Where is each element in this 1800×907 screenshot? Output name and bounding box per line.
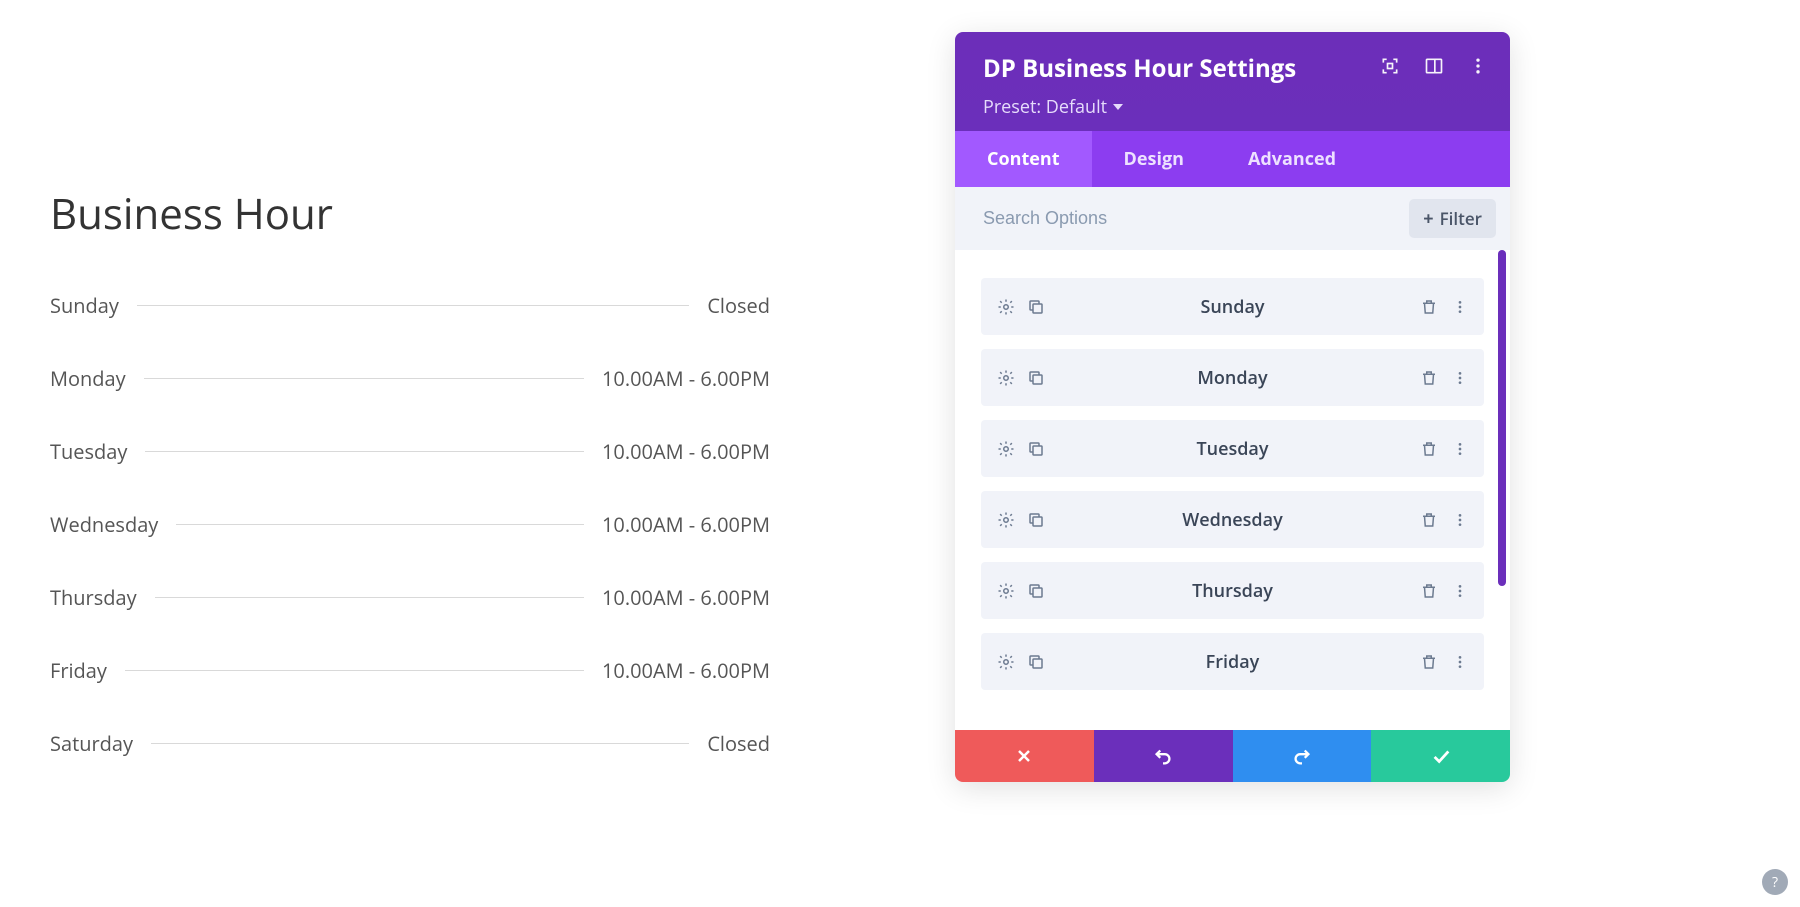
hours-divider — [176, 524, 584, 525]
hours-day: Saturday — [50, 730, 151, 757]
help-badge[interactable]: ? — [1762, 869, 1788, 895]
hours-divider — [151, 743, 689, 744]
hours-value: 10.00AM - 6.00PM — [584, 365, 770, 392]
list-item-label: Monday — [1045, 366, 1420, 390]
filter-button[interactable]: + Filter — [1409, 199, 1496, 238]
duplicate-icon[interactable] — [1027, 298, 1045, 316]
snap-panel-icon[interactable] — [1424, 56, 1444, 81]
more-vertical-icon[interactable] — [1452, 299, 1468, 315]
more-vertical-icon[interactable] — [1452, 441, 1468, 457]
trash-icon[interactable] — [1420, 298, 1438, 316]
duplicate-icon[interactable] — [1027, 582, 1045, 600]
tab-design[interactable]: Design — [1092, 131, 1216, 187]
preset-label: Preset: Default — [983, 95, 1107, 119]
hours-row: Friday 10.00AM - 6.00PM — [50, 657, 770, 684]
expand-icon[interactable] — [1380, 56, 1400, 81]
duplicate-icon[interactable] — [1027, 511, 1045, 529]
settings-panel: DP Business Hour Settings Preset: Defaul… — [955, 32, 1510, 782]
list-item[interactable]: Tuesday — [981, 420, 1484, 477]
more-vertical-icon[interactable] — [1452, 370, 1468, 386]
hours-divider — [145, 451, 584, 452]
trash-icon[interactable] — [1420, 369, 1438, 387]
hours-value: Closed — [689, 730, 770, 757]
tab-bar: ContentDesignAdvanced — [955, 131, 1510, 187]
gear-icon[interactable] — [997, 440, 1015, 458]
more-vertical-icon[interactable] — [1468, 56, 1488, 81]
more-vertical-icon[interactable] — [1452, 654, 1468, 670]
tab-advanced[interactable]: Advanced — [1216, 131, 1368, 187]
action-bar — [955, 730, 1510, 782]
hours-value: 10.00AM - 6.00PM — [584, 438, 770, 465]
panel-title: DP Business Hour Settings — [983, 52, 1296, 85]
hours-row: Saturday Closed — [50, 730, 770, 757]
discard-button[interactable] — [955, 730, 1094, 782]
list-item-label: Wednesday — [1045, 508, 1420, 532]
trash-icon[interactable] — [1420, 440, 1438, 458]
hours-row: Wednesday 10.00AM - 6.00PM — [50, 511, 770, 538]
save-button[interactable] — [1371, 730, 1510, 782]
list-item[interactable]: Sunday — [981, 278, 1484, 335]
filter-label: Filter — [1440, 207, 1482, 230]
hours-divider — [144, 378, 584, 379]
gear-icon[interactable] — [997, 369, 1015, 387]
preview-title: Business Hour — [50, 185, 770, 242]
trash-icon[interactable] — [1420, 582, 1438, 600]
hours-value: 10.00AM - 6.00PM — [584, 511, 770, 538]
redo-button[interactable] — [1233, 730, 1372, 782]
hours-divider — [155, 597, 584, 598]
plus-icon: + — [1423, 210, 1433, 228]
hours-day: Thursday — [50, 584, 155, 611]
list-item-label: Thursday — [1045, 579, 1420, 603]
header-icon-group — [1380, 56, 1488, 81]
hours-list: SundayClosedMonday10.00AM - 6.00PMTuesda… — [50, 292, 770, 757]
business-hour-preview: Business Hour Sunday Closed Monday 10.00AM … — [50, 185, 770, 803]
tab-content[interactable]: Content — [955, 131, 1092, 187]
hours-value: Closed — [689, 292, 770, 319]
list-item[interactable]: Friday — [981, 633, 1484, 690]
hours-row: Tuesday 10.00AM - 6.00PM — [50, 438, 770, 465]
more-vertical-icon[interactable] — [1452, 512, 1468, 528]
list-item-label: Sunday — [1045, 295, 1420, 319]
search-input[interactable] — [983, 208, 1243, 229]
hours-day: Wednesday — [50, 511, 176, 538]
chevron-down-icon — [1113, 104, 1123, 110]
hours-row: Thursday 10.00AM - 6.00PM — [50, 584, 770, 611]
hours-divider — [125, 670, 584, 671]
gear-icon[interactable] — [997, 511, 1015, 529]
hours-divider — [137, 305, 689, 306]
undo-button[interactable] — [1094, 730, 1233, 782]
hours-value: 10.00AM - 6.00PM — [584, 657, 770, 684]
duplicate-icon[interactable] — [1027, 369, 1045, 387]
trash-icon[interactable] — [1420, 511, 1438, 529]
items-list: Sunday Monday Tuesday Wednesday Thursday Frid… — [955, 250, 1510, 730]
gear-icon[interactable] — [997, 653, 1015, 671]
trash-icon[interactable] — [1420, 653, 1438, 671]
hours-day: Friday — [50, 657, 125, 684]
search-bar: + Filter — [955, 187, 1510, 250]
list-item-label: Tuesday — [1045, 437, 1420, 461]
hours-day: Tuesday — [50, 438, 145, 465]
hours-day: Monday — [50, 365, 144, 392]
hours-day: Sunday — [50, 292, 137, 319]
list-item[interactable]: Thursday — [981, 562, 1484, 619]
duplicate-icon[interactable] — [1027, 440, 1045, 458]
more-vertical-icon[interactable] — [1452, 583, 1468, 599]
hours-row: Monday 10.00AM - 6.00PM — [50, 365, 770, 392]
hours-row: Sunday Closed — [50, 292, 770, 319]
list-item-label: Friday — [1045, 650, 1420, 674]
help-badge-label: ? — [1772, 873, 1778, 892]
gear-icon[interactable] — [997, 298, 1015, 316]
list-item[interactable]: Monday — [981, 349, 1484, 406]
list-item[interactable]: Wednesday — [981, 491, 1484, 548]
scrollbar[interactable] — [1498, 250, 1506, 586]
gear-icon[interactable] — [997, 582, 1015, 600]
preset-selector[interactable]: Preset: Default — [983, 95, 1488, 119]
hours-value: 10.00AM - 6.00PM — [584, 584, 770, 611]
panel-header: DP Business Hour Settings Preset: Defaul… — [955, 32, 1510, 131]
duplicate-icon[interactable] — [1027, 653, 1045, 671]
